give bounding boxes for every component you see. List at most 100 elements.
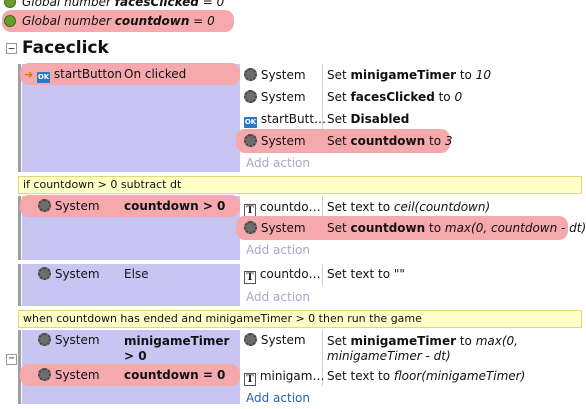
global-var-label: Global number: [22, 14, 115, 28]
gear-icon: [38, 199, 51, 212]
action-target: facesClicked: [350, 90, 435, 104]
action-row[interactable]: T minigam…: [244, 365, 324, 387]
action-object: minigam…: [259, 369, 325, 383]
action-text[interactable]: Set minigameTimer to 10: [327, 64, 491, 86]
condition-object: System: [54, 368, 100, 382]
event-comment[interactable]: if countdown > 0 subtract dt: [18, 176, 582, 194]
action-object: countdo…: [259, 200, 321, 214]
action-target: countdown: [350, 134, 426, 148]
add-action-link[interactable]: Add action: [246, 152, 310, 174]
global-var-name: countdown: [114, 14, 190, 28]
action-to: to: [456, 68, 476, 82]
text-object-icon: T: [244, 271, 256, 284]
action-value: 10: [475, 68, 491, 82]
action-target: minigameTimer: [350, 334, 456, 348]
action-object: countdo…: [259, 267, 321, 281]
action-verb: Set: [327, 221, 351, 235]
condition-text: minigameTimer > 0: [124, 334, 230, 363]
condition-text: Else: [124, 267, 149, 281]
action-row[interactable]: System: [244, 217, 306, 239]
global-variable-facesclicked[interactable]: Global number facesClicked = 0: [0, 0, 586, 10]
globe-icon: [4, 0, 16, 8]
action-to: to: [425, 221, 445, 235]
action-target: Disabled: [350, 112, 410, 126]
action-text[interactable]: Set Disabled: [327, 108, 409, 130]
gear-icon: [244, 333, 257, 346]
action-text[interactable]: Set text to floor(minigameTimer): [327, 365, 525, 387]
action-text[interactable]: Set countdown to 3: [327, 130, 453, 152]
action-object: startButt…: [260, 112, 327, 126]
condition-text: On clicked: [124, 67, 187, 81]
action-value: max(0, countdown - dt): [444, 221, 586, 235]
action-verb: Set text to: [327, 369, 394, 383]
column-divider: [322, 264, 323, 286]
ok-icon: OK: [244, 117, 257, 128]
gear-icon: [38, 368, 51, 381]
collapse-toggle-icon[interactable]: −: [6, 43, 17, 54]
action-row[interactable]: T countdo…: [244, 196, 321, 218]
add-action-link[interactable]: Add action: [246, 239, 310, 261]
add-action-link[interactable]: Add action: [246, 286, 310, 308]
global-var-value: = 0: [189, 14, 215, 28]
action-to: to: [456, 334, 476, 348]
global-variable-countdown[interactable]: Global number countdown = 0: [0, 13, 586, 29]
condition-row[interactable]: System: [38, 329, 100, 351]
condition-row[interactable]: System countdown > 0: [38, 195, 225, 217]
condition-object: System: [54, 333, 100, 347]
event-margin: [18, 264, 21, 306]
event-comment[interactable]: when countdown has ended and minigameTim…: [18, 310, 582, 328]
action-row[interactable]: T countdo…: [244, 263, 321, 285]
action-value: floor(minigameTimer): [393, 369, 526, 383]
action-text[interactable]: Set minigameTimer to max(0, minigameTime…: [327, 334, 579, 364]
condition-row[interactable]: ➜ OK startButton On clicked: [24, 63, 186, 85]
add-action-link[interactable]: Add action: [246, 387, 310, 409]
event-group-faceclick[interactable]: − Faceclick: [0, 36, 586, 62]
action-verb: Set: [327, 112, 351, 126]
action-object: System: [260, 221, 306, 235]
action-text[interactable]: Set text to ceil(countdown): [327, 196, 490, 218]
action-target: minigameTimer: [350, 68, 456, 82]
action-row[interactable]: System: [244, 64, 306, 86]
gear-icon: [244, 90, 257, 103]
action-verb: Set: [327, 334, 351, 348]
action-row[interactable]: OK startButt…: [244, 108, 326, 130]
globe-icon: [4, 15, 16, 27]
action-text[interactable]: Set text to "": [327, 263, 405, 285]
condition-row[interactable]: System Else: [38, 263, 149, 285]
condition-text: countdown > 0: [124, 199, 226, 213]
action-verb: Set text to: [327, 200, 394, 214]
action-verb: Set text to: [327, 267, 394, 281]
gear-icon: [244, 221, 257, 234]
action-object: System: [260, 68, 306, 82]
text-object-icon: T: [244, 373, 256, 386]
condition-text: countdown = 0: [124, 368, 226, 382]
global-var-label: Global number: [22, 0, 115, 9]
condition-row[interactable]: System countdown = 0: [38, 364, 225, 386]
global-var-name: facesClicked: [114, 0, 199, 9]
action-text[interactable]: Set facesClicked to 0: [327, 86, 462, 108]
action-object: System: [260, 333, 306, 347]
condition-object: startButton: [53, 67, 123, 81]
condition-object: System: [54, 267, 100, 281]
action-row[interactable]: System: [244, 86, 306, 108]
action-object: System: [260, 90, 306, 104]
trigger-arrow-icon: ➜: [24, 68, 34, 81]
action-value: "": [393, 267, 405, 281]
action-verb: Set: [327, 134, 351, 148]
gear-icon: [244, 134, 257, 147]
global-var-value: = 0: [198, 0, 225, 9]
action-value: 3: [444, 134, 453, 148]
group-title: Faceclick: [22, 38, 109, 58]
action-to: to: [425, 134, 445, 148]
gear-icon: [38, 333, 51, 346]
collapse-toggle-icon[interactable]: −: [6, 354, 17, 365]
gear-icon: [244, 68, 257, 81]
gear-icon: [38, 267, 51, 280]
action-verb: Set: [327, 90, 351, 104]
action-text[interactable]: Set countdown to max(0, countdown - dt): [327, 217, 586, 239]
action-target: countdown: [350, 221, 426, 235]
condition-object: System: [54, 199, 100, 213]
ok-icon: OK: [37, 72, 51, 83]
action-row[interactable]: System: [244, 130, 306, 152]
action-row[interactable]: System: [244, 329, 306, 351]
